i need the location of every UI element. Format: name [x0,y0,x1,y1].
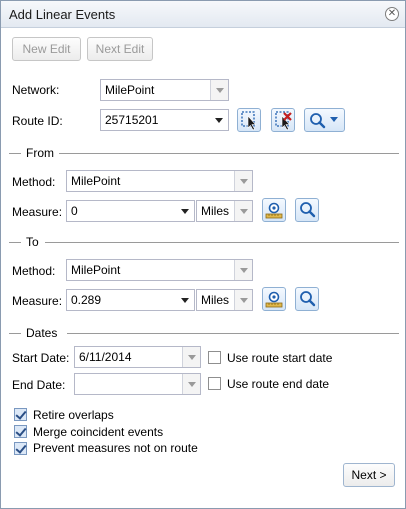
new-edit-button[interactable]: New Edit [12,37,81,61]
magnifier-icon [300,202,316,218]
clear-selection-icon [275,111,292,131]
panel-title: Add Linear Events [9,7,116,22]
start-date-label: Start Date: [12,351,70,365]
from-measure-combo[interactable]: 0 [66,200,195,222]
from-section-header: From [9,146,399,160]
to-section-header: To [9,235,399,249]
network-value: MilePoint [105,83,155,97]
map-point-icon [265,291,283,308]
chevron-down-icon[interactable] [234,260,252,280]
calendar-dropdown-icon[interactable] [182,347,200,367]
route-id-label: Route ID: [12,114,63,128]
retire-overlaps-label: Retire overlaps [33,408,114,422]
map-point-icon [265,202,283,219]
start-date-field[interactable]: 6/11/2014 [74,346,201,368]
calendar-dropdown-icon[interactable] [182,374,200,394]
to-unit-select[interactable]: Miles [196,289,253,311]
chevron-down-icon[interactable] [210,80,228,100]
select-route-on-map-button[interactable] [237,108,261,132]
from-method-select[interactable]: MilePoint [66,170,253,192]
from-section-title: From [23,146,57,160]
from-measure-on-map-button[interactable] [262,198,286,222]
route-id-combo[interactable]: 25715201 [100,109,229,131]
chevron-down-icon[interactable] [234,290,252,310]
magnifier-icon [300,291,316,307]
end-date-label: End Date: [12,378,66,392]
magnifier-dropdown-icon [310,113,338,129]
retire-overlaps-checkbox[interactable] [14,408,27,421]
use-route-start-date-label: Use route start date [227,351,333,365]
divider [67,333,399,334]
divider [9,153,21,154]
from-measure-value: 0 [71,204,78,218]
use-route-start-date-checkbox[interactable] [208,351,221,364]
divider [45,242,399,243]
next-edit-button[interactable]: Next Edit [87,37,153,61]
use-route-end-date-label: Use route end date [227,377,330,391]
from-unit-select[interactable]: Miles [196,200,253,222]
close-icon[interactable]: ✕ [385,7,399,21]
dates-section-header: Dates [9,326,399,340]
prevent-measures-checkbox[interactable] [14,442,27,455]
network-label: Network: [12,83,60,97]
divider [9,333,21,334]
title-bar: Add Linear Events ✕ [1,1,405,28]
to-measure-label: Measure: [12,294,63,308]
route-select-icon [241,111,257,131]
to-method-value: MilePoint [71,263,121,277]
to-method-label: Method: [12,264,56,278]
to-method-select[interactable]: MilePoint [66,259,253,281]
use-route-end-date-checkbox[interactable] [208,377,221,390]
prevent-measures-label: Prevent measures not on route [33,441,198,455]
clear-route-selection-button[interactable] [271,108,295,132]
to-section-title: To [23,235,42,249]
divider [9,242,21,243]
from-measure-label: Measure: [12,205,63,219]
from-unit-value: Miles [201,204,230,218]
to-unit-value: Miles [201,293,230,307]
merge-coincident-checkbox[interactable] [14,425,27,438]
chevron-down-icon[interactable] [234,201,252,221]
from-method-label: Method: [12,175,56,189]
chevron-down-icon[interactable] [176,201,194,221]
dates-section-title: Dates [23,326,61,340]
to-zoom-to-measure-button[interactable] [295,287,319,311]
route-id-value: 25715201 [105,113,159,127]
to-measure-combo[interactable]: 0.289 [66,289,195,311]
to-measure-value: 0.289 [71,293,102,307]
merge-coincident-label: Merge coincident events [33,425,164,439]
add-linear-events-panel: Add Linear Events ✕ New Edit Next Edit N… [0,0,406,509]
from-method-value: MilePoint [71,174,121,188]
route-search-dropdown-button[interactable] [304,108,345,132]
to-measure-on-map-button[interactable] [262,287,286,311]
from-zoom-to-measure-button[interactable] [295,198,319,222]
end-date-field[interactable] [74,373,201,395]
chevron-down-icon[interactable] [234,171,252,191]
start-date-value: 6/11/2014 [79,350,132,364]
chevron-down-icon[interactable] [210,110,228,130]
chevron-down-icon[interactable] [176,290,194,310]
network-select[interactable]: MilePoint [100,79,229,101]
divider [59,153,399,154]
next-button[interactable]: Next > [343,463,395,487]
